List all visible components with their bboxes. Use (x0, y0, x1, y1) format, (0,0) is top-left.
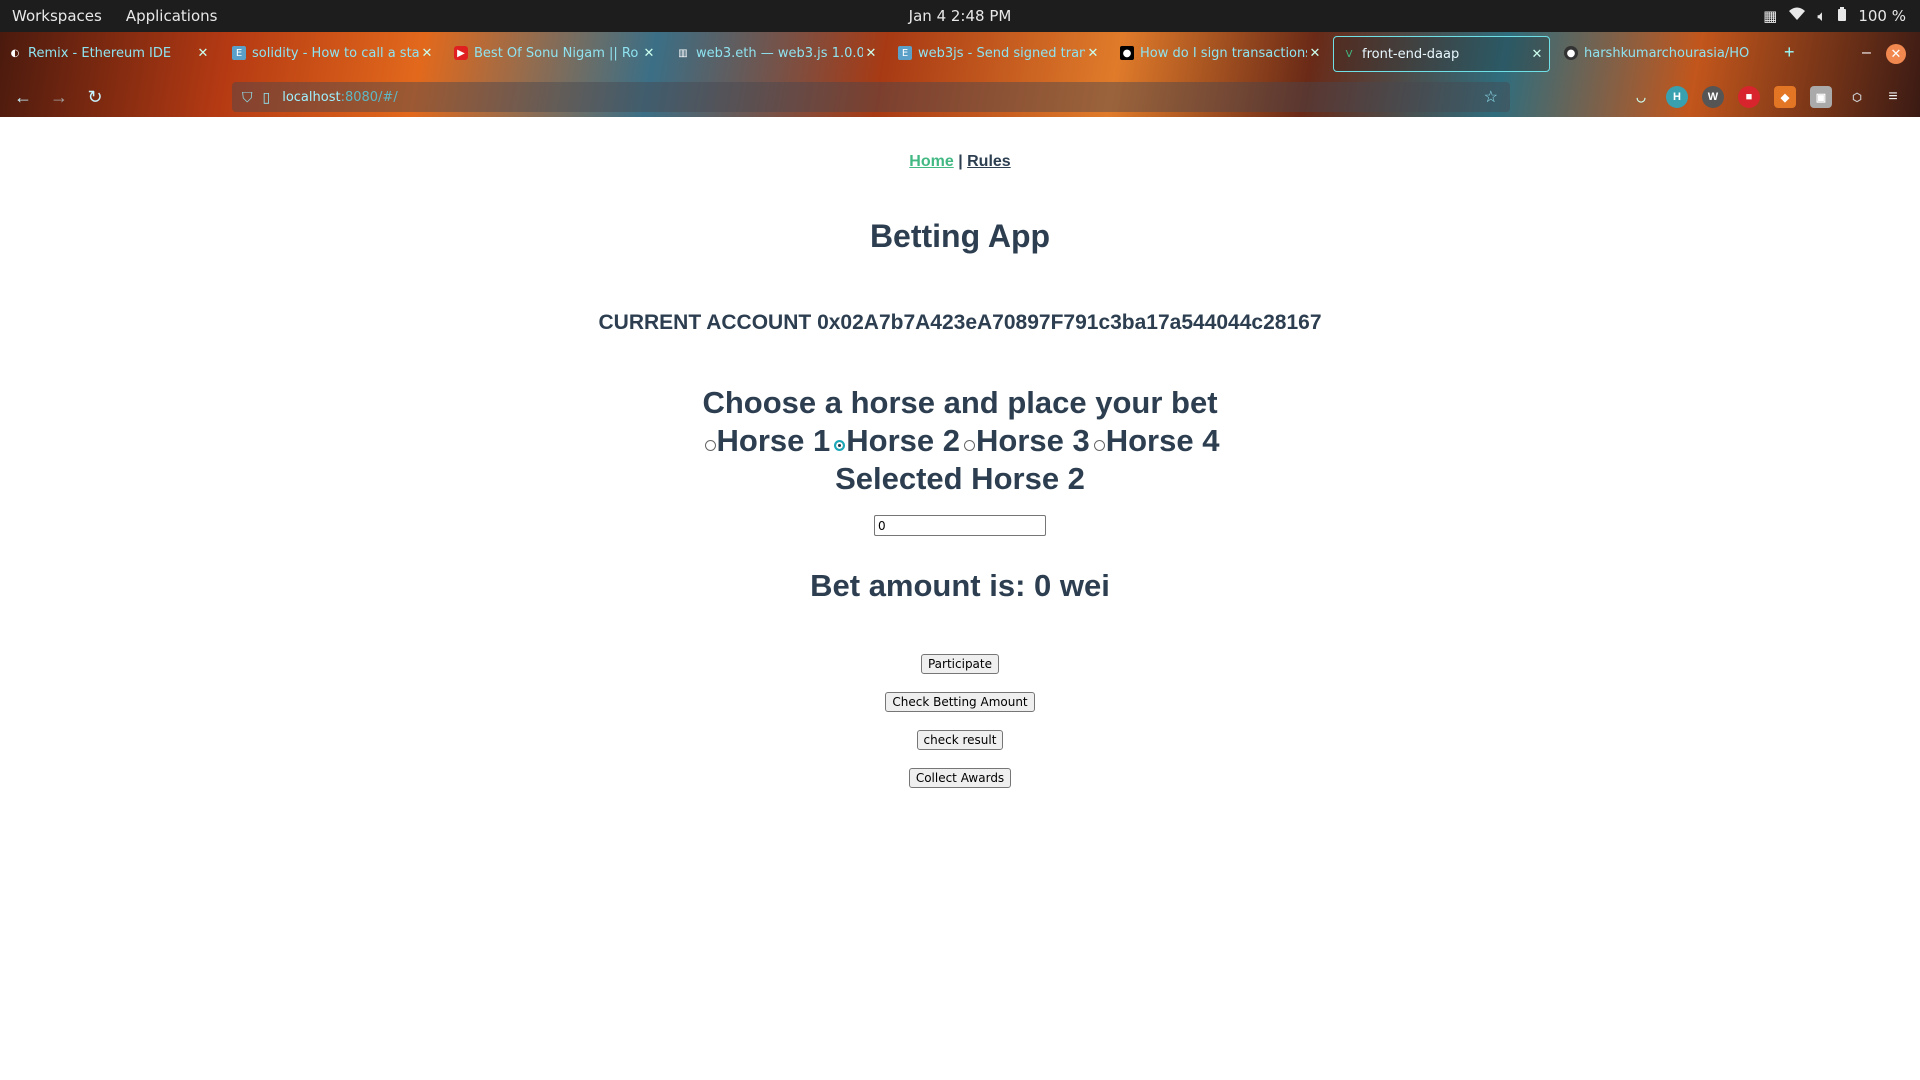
youtube-icon: ▶ (454, 46, 468, 60)
horse-3-radio[interactable] (964, 439, 975, 451)
extension-box-icon[interactable]: ▣ (1810, 86, 1832, 108)
tab-title: harshkumarchourasia/HO (1584, 45, 1750, 61)
lock-extension-icon[interactable]: ■ (1738, 86, 1760, 108)
volume-icon[interactable]: 🔈︎ (1817, 7, 1826, 25)
keyboard-layout-icon[interactable]: ▦ (1763, 7, 1777, 25)
docs-icon: ▥ (678, 47, 688, 59)
page-icon[interactable]: ▯ (263, 89, 271, 106)
metamask-icon[interactable]: ◆ (1774, 86, 1796, 108)
workspaces-button[interactable]: Workspaces (12, 7, 102, 25)
tab-title: web3js - Send signed tran (918, 45, 1085, 61)
tab-github[interactable]: ● harshkumarchourasia/HO (1556, 36, 1766, 70)
extension-icons: ◡ H W ■ ◆ ▣ ⬡ ≡ (1630, 86, 1904, 108)
current-account: CURRENT ACCOUNT 0x02A7b7A423eA70897F791c… (0, 311, 1920, 335)
wifi-icon[interactable] (1789, 7, 1806, 25)
nav-separator: | (958, 153, 963, 170)
account-label: CURRENT ACCOUNT (598, 311, 812, 334)
tab-title: web3.eth — web3.js 1.0.0 (696, 45, 863, 61)
tab-close-icon[interactable]: ✕ (1085, 46, 1101, 61)
battery-percentage: 100 % (1858, 7, 1906, 25)
reload-icon[interactable]: ↻ (82, 84, 108, 110)
window-close-icon[interactable]: ✕ (1886, 44, 1906, 64)
tab-title: front-end-daap (1362, 46, 1460, 62)
horse-4-radio[interactable] (1093, 439, 1105, 451)
choose-heading: Choose a horse and place your bet (702, 385, 1218, 420)
url-path: :8080/#/ (340, 89, 398, 105)
w-extension-icon[interactable]: W (1702, 86, 1724, 108)
applications-button[interactable]: Applications (126, 7, 218, 25)
horse-2-label[interactable]: Horse 2 (846, 422, 960, 460)
tab-close-icon[interactable]: ✕ (1529, 47, 1545, 62)
vue-icon: V (1345, 48, 1353, 60)
account-address: 0x02A7b7A423eA70897F791c3ba17a544044c281… (817, 311, 1322, 334)
app-nav: Home | Rules (0, 153, 1920, 171)
tab-title: Best Of Sonu Nigam || Ro (474, 45, 639, 61)
tab-close-icon[interactable]: ✕ (1307, 46, 1323, 61)
shield-icon[interactable]: ⛉ (242, 89, 253, 106)
back-icon[interactable]: ← (10, 84, 36, 110)
menu-icon[interactable]: ≡ (1882, 86, 1904, 108)
medium-icon: ● (1120, 46, 1134, 60)
battery-icon[interactable] (1838, 7, 1847, 25)
address-bar[interactable]: ⛉ ▯ localhost :8080/#/ ☆ (232, 82, 1510, 112)
rules-link[interactable]: Rules (967, 153, 1011, 170)
github-icon: ● (1564, 46, 1578, 60)
eth-icon: E (232, 46, 246, 60)
bet-amount-text: Bet amount is: 0 wei (810, 568, 1110, 603)
tab-title: solidity - How to call a sta (252, 45, 419, 61)
url-host: localhost (282, 89, 341, 105)
new-tab-icon[interactable]: + (1784, 42, 1795, 63)
participate-button[interactable]: Participate (920, 654, 999, 674)
tab-medium[interactable]: ● How do I sign transactions ✕ (1112, 36, 1327, 70)
h-extension-icon[interactable]: H (1666, 86, 1688, 108)
eth-icon: E (898, 46, 912, 60)
collect-awards-button[interactable]: Collect Awards (908, 768, 1012, 788)
navigation-toolbar: ← → ↻ ⛉ ▯ localhost :8080/#/ ☆ ◡ H W ■ ◆… (0, 78, 1920, 116)
tab-remix[interactable]: ◐ Remix - Ethereum IDE ✕ (0, 36, 215, 70)
horse-4-label[interactable]: Horse 4 (1106, 422, 1220, 460)
horse-selection: Choose a horse and place your bet Horse … (0, 384, 1920, 498)
tab-close-icon[interactable]: ✕ (195, 46, 211, 61)
page-content: Home | Rules Betting App CURRENT ACCOUNT… (0, 117, 1920, 1080)
tab-web3js-send[interactable]: E web3js - Send signed tran ✕ (890, 36, 1105, 70)
tab-strip: ◐ Remix - Ethereum IDE ✕ E solidity - Ho… (0, 32, 1920, 74)
horse-2-radio[interactable] (834, 439, 846, 451)
tab-title: How do I sign transactions (1140, 45, 1307, 61)
check-betting-amount-button[interactable]: Check Betting Amount (885, 692, 1035, 712)
horse-1-radio[interactable] (704, 439, 716, 451)
tab-web3-docs[interactable]: ▥ web3.eth — web3.js 1.0.0 ✕ (668, 36, 883, 70)
tab-front-end-daap[interactable]: V front-end-daap ✕ (1333, 36, 1550, 72)
system-top-bar: Workspaces Applications Jan 4 2:48 PM ▦ … (0, 0, 1920, 32)
page-title: Betting App (869, 218, 1051, 254)
forward-icon[interactable]: → (46, 84, 72, 110)
tab-youtube[interactable]: ▶ Best Of Sonu Nigam || Ro ✕ (446, 36, 661, 70)
tab-title: Remix - Ethereum IDE (28, 45, 172, 61)
tab-close-icon[interactable]: ✕ (419, 46, 435, 61)
tab-close-icon[interactable]: ✕ (863, 46, 879, 61)
check-result-button[interactable]: check result (916, 730, 1004, 750)
clock[interactable]: Jan 4 2:48 PM (909, 7, 1012, 25)
horse-3-label[interactable]: Horse 3 (976, 422, 1090, 460)
horse-options: Horse 1 Horse 2 Horse 3 Horse 4 (0, 422, 1920, 460)
home-link[interactable]: Home (909, 153, 953, 170)
bookmark-star-icon[interactable]: ☆ (1484, 87, 1498, 107)
remix-icon: ◐ (10, 47, 20, 59)
browser-chrome: ◐ Remix - Ethereum IDE ✕ E solidity - Ho… (0, 32, 1920, 117)
minimize-icon[interactable]: – (1862, 44, 1871, 62)
pocket-icon[interactable]: ◡ (1630, 86, 1652, 108)
tab-close-icon[interactable]: ✕ (641, 46, 657, 61)
horse-1-label[interactable]: Horse 1 (717, 422, 831, 460)
container-icon[interactable]: ⬡ (1846, 86, 1868, 108)
tab-solidity[interactable]: E solidity - How to call a sta ✕ (224, 36, 439, 70)
selected-horse-text: Selected Horse 2 (835, 461, 1085, 496)
bet-amount-input[interactable] (874, 515, 1046, 536)
